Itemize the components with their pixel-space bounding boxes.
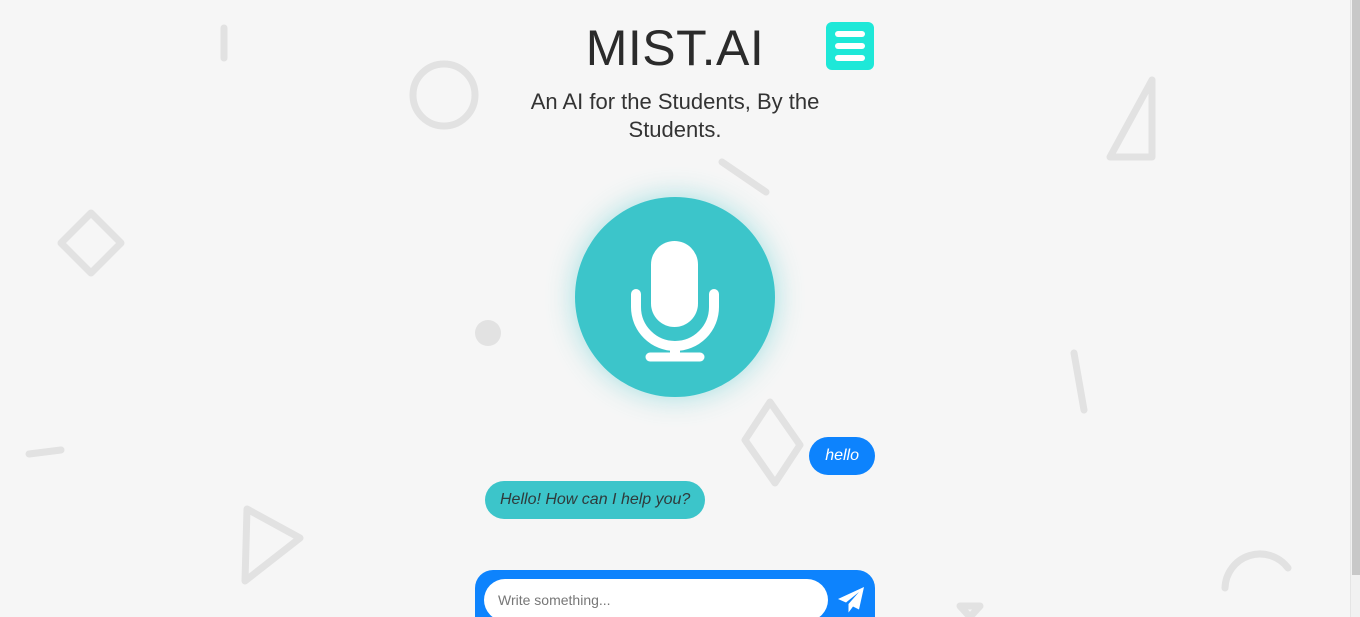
send-button[interactable] xyxy=(835,584,867,616)
chat-message-bot: Hello! How can I help you? xyxy=(485,481,706,519)
app-page: MIST.AI An AI for the Students, By the S… xyxy=(0,0,1360,617)
microphone-icon xyxy=(631,241,719,362)
microphone-button[interactable] xyxy=(575,197,775,397)
message-input[interactable] xyxy=(484,579,828,617)
page-title: MIST.AI xyxy=(585,20,765,76)
page-scrollbar[interactable] xyxy=(1350,0,1360,617)
menu-button[interactable] xyxy=(826,22,874,70)
scrollbar-thumb[interactable] xyxy=(1352,0,1360,575)
hamburger-menu-icon-bar xyxy=(835,43,865,49)
page-subtitle: An AI for the Students, By the Students. xyxy=(530,89,820,142)
message-composer xyxy=(475,570,875,617)
chat-message-user: hello xyxy=(809,437,875,475)
hamburger-menu-icon-bar xyxy=(835,55,865,61)
hamburger-menu-icon xyxy=(835,31,865,37)
paper-plane-icon xyxy=(838,587,864,613)
